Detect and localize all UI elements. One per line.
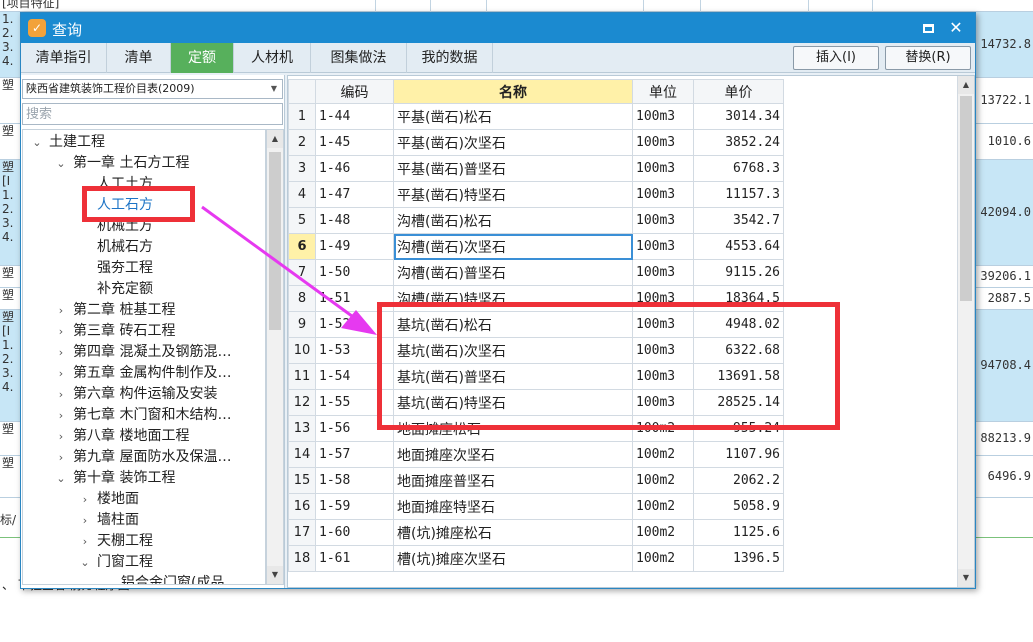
annotation-arrow-icon [201, 205, 377, 335]
